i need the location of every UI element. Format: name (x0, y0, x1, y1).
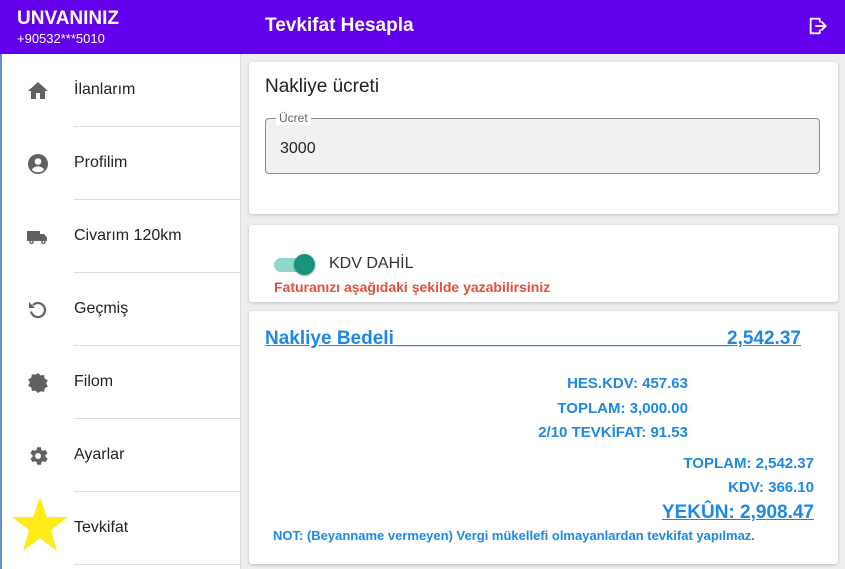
price-input[interactable] (280, 140, 780, 158)
sidebar-item-label: Civarım 120km (74, 227, 182, 244)
brand-phone: +90532***5010 (17, 31, 105, 46)
sidebar-item-civarim[interactable]: Civarım 120km (2, 200, 241, 273)
app-bar: UNVANINIZ +90532***5010 Tevkifat Hesapla (0, 0, 845, 54)
sidebar: İlanlarım Profilim Civarım 120km Geçmiş … (0, 54, 241, 569)
nakliye-bedeli-value[interactable]: 2,542.37 (727, 328, 801, 350)
truck-icon (27, 231, 47, 245)
sidebar-item-label: Geçmiş (74, 300, 129, 317)
vat-card: KDV DAHİL Faturanızı aşağıdaki şekilde y… (249, 225, 838, 302)
star-icon (12, 497, 68, 551)
gear-icon (30, 447, 48, 465)
result-card: Nakliye Bedeli__________________________… (249, 311, 838, 564)
logout-icon[interactable] (807, 15, 829, 37)
price-field[interactable]: Ücret (265, 111, 820, 174)
price-field-label: Ücret (276, 111, 311, 125)
badge-icon (28, 373, 48, 393)
kdv-amount: KDV: 366.10 (728, 479, 814, 496)
sidebar-item-filom[interactable]: Filom (2, 346, 241, 419)
sidebar-item-gecmis[interactable]: Geçmiş (2, 273, 241, 346)
price-card: Nakliye ücreti Ücret (249, 62, 838, 214)
yekun-total[interactable]: YEKÛN: 2,908.47 (662, 502, 814, 524)
section-title: Nakliye ücreti (265, 76, 380, 97)
sidebar-item-label: Profilim (74, 154, 128, 171)
brand-name: UNVANINIZ (17, 8, 120, 29)
toplam-net: TOPLAM: 2,542.37 (683, 455, 814, 472)
invoice-hint: Faturanızı aşağıdaki şekilde yazabilirsi… (274, 279, 551, 295)
sidebar-item-ilanlarim[interactable]: İlanlarım (2, 54, 241, 127)
sidebar-item-label: İlanlarım (74, 81, 136, 98)
kdv-toggle-label: KDV DAHİL (329, 255, 414, 272)
kdv-toggle[interactable] (274, 253, 315, 275)
tevkifat-amount: 2/10 TEVKİFAT: 91.53 (538, 424, 688, 441)
sidebar-item-profilim[interactable]: Profilim (2, 127, 241, 200)
hes-kdv: HES.KDV: 457.63 (567, 375, 688, 392)
sidebar-item-ayarlar[interactable]: Ayarlar (2, 419, 241, 492)
sidebar-item-label: Ayarlar (74, 446, 125, 463)
sidebar-item-label: Tevkifat (74, 519, 129, 536)
sidebar-item-label: Filom (74, 373, 114, 390)
divider (74, 564, 241, 565)
toplam-gross: TOPLAM: 3,000.00 (557, 400, 688, 417)
account-circle-icon (28, 154, 48, 174)
toggle-knob (294, 254, 315, 275)
page-title: Tevkifat Hesapla (265, 15, 414, 36)
nakliye-bedeli-link[interactable]: Nakliye Bedeli__________________________… (265, 328, 732, 350)
footnote: NOT: (Beyanname vermeyen) Vergi mükellef… (273, 528, 755, 543)
history-icon (29, 302, 46, 319)
home-icon (28, 82, 48, 99)
